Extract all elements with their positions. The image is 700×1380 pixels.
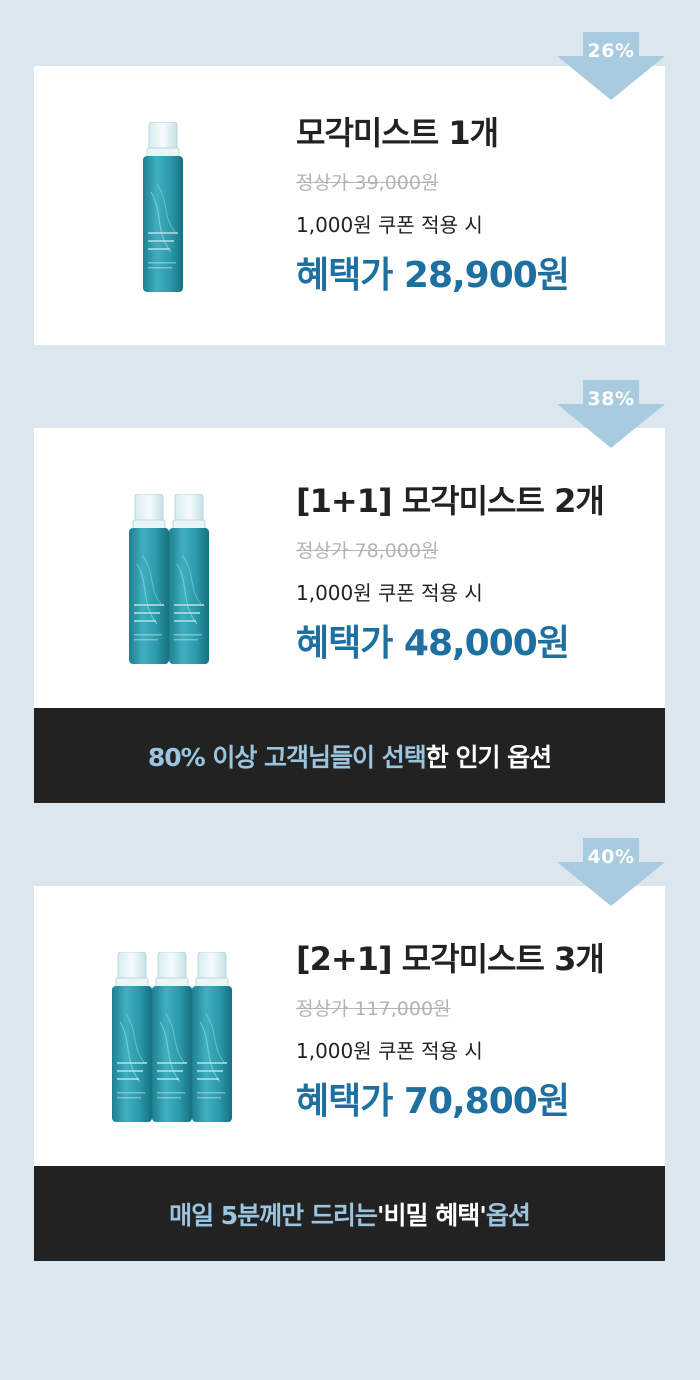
coupon-note: 1,000원 쿠폰 적용 시 bbox=[296, 581, 483, 605]
option-card-3[interactable]: [2+1] 모각미스트 3개 정상가 117,000원 1,000원 쿠폰 적용… bbox=[34, 886, 665, 1261]
secret-benefit-banner: 매일 5분께만 드리는 '비밀 혜택' 옵션 bbox=[34, 1166, 665, 1261]
sale-price: 혜택가 70,800원 bbox=[296, 1081, 570, 1122]
coupon-note: 1,000원 쿠폰 적용 시 bbox=[296, 1039, 483, 1063]
original-price: 정상가 78,000원 bbox=[296, 540, 439, 562]
discount-percent: 40% bbox=[587, 846, 635, 868]
banner-highlight-end: 옵션 bbox=[485, 1200, 531, 1230]
banner-text: 한 인기 옵션 bbox=[425, 742, 552, 772]
banner-text: '비밀 혜택' bbox=[376, 1200, 487, 1230]
option-title: [1+1] 모각미스트 2개 bbox=[296, 482, 605, 520]
discount-badge-2: 38% bbox=[557, 380, 665, 448]
option-title: 모각미스트 1개 bbox=[296, 114, 499, 152]
product-image-single bbox=[142, 122, 184, 293]
discount-badge-1: 26% bbox=[557, 32, 665, 100]
coupon-note: 1,000원 쿠폰 적용 시 bbox=[296, 213, 483, 237]
banner-highlight: 매일 5분께만 드리는 bbox=[169, 1200, 378, 1230]
discount-badge-3: 40% bbox=[557, 838, 665, 906]
original-price: 정상가 39,000원 bbox=[296, 172, 439, 194]
banner-highlight: 80% 이상 고객님들이 선택 bbox=[147, 742, 427, 772]
option-card-1[interactable]: 모각미스트 1개 정상가 39,000원 1,000원 쿠폰 적용 시 혜택가 … bbox=[34, 66, 665, 345]
product-image-double bbox=[128, 494, 210, 665]
option-card-2[interactable]: [1+1] 모각미스트 2개 정상가 78,000원 1,000원 쿠폰 적용 … bbox=[34, 428, 665, 803]
product-image-triple bbox=[111, 952, 233, 1123]
popular-option-banner: 80% 이상 고객님들이 선택 한 인기 옵션 bbox=[34, 708, 665, 803]
option-title: [2+1] 모각미스트 3개 bbox=[296, 940, 605, 978]
original-price: 정상가 117,000원 bbox=[296, 998, 451, 1020]
sale-price: 혜택가 28,900원 bbox=[296, 255, 570, 296]
sale-price: 혜택가 48,000원 bbox=[296, 623, 570, 664]
discount-percent: 26% bbox=[587, 40, 635, 62]
discount-percent: 38% bbox=[587, 388, 635, 410]
